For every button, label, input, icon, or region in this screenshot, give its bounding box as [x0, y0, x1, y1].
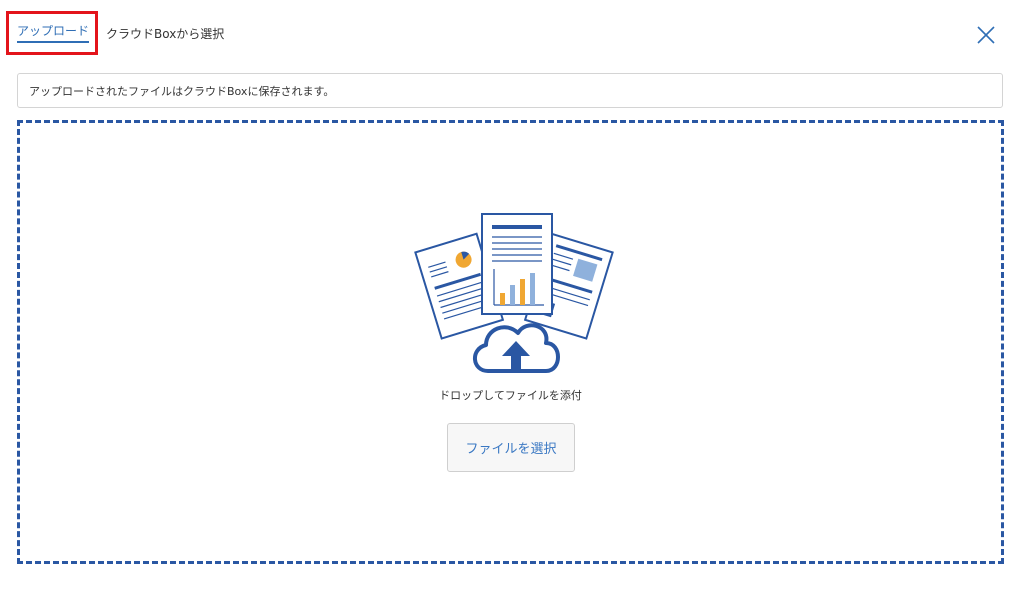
close-icon	[977, 26, 995, 44]
drop-instruction: ドロップしてファイルを添付	[439, 389, 582, 402]
storage-notice: アップロードされたファイルはクラウドBoxに保存されます。	[17, 73, 1003, 108]
close-button[interactable]	[977, 26, 995, 44]
tab-active-underline	[17, 41, 89, 43]
upload-dialog: アップロード クラウドBoxから選択 アップロードされたファイルはクラウドBox…	[0, 0, 1027, 594]
storage-notice-text: アップロードされたファイルはクラウドBoxに保存されます。	[29, 84, 335, 98]
tab-cloud-box[interactable]: クラウドBoxから選択	[95, 14, 224, 52]
select-file-button[interactable]: ファイルを選択	[447, 423, 575, 472]
file-dropzone[interactable]: ドロップしてファイルを添付 ファイルを選択	[17, 120, 1004, 564]
tab-cloud-box-label: クラウドBoxから選択	[106, 26, 225, 41]
documents-cloud-upload-icon	[414, 213, 614, 373]
tab-upload[interactable]: アップロード	[6, 11, 98, 55]
tab-bar: アップロード クラウドBoxから選択	[6, 11, 224, 55]
